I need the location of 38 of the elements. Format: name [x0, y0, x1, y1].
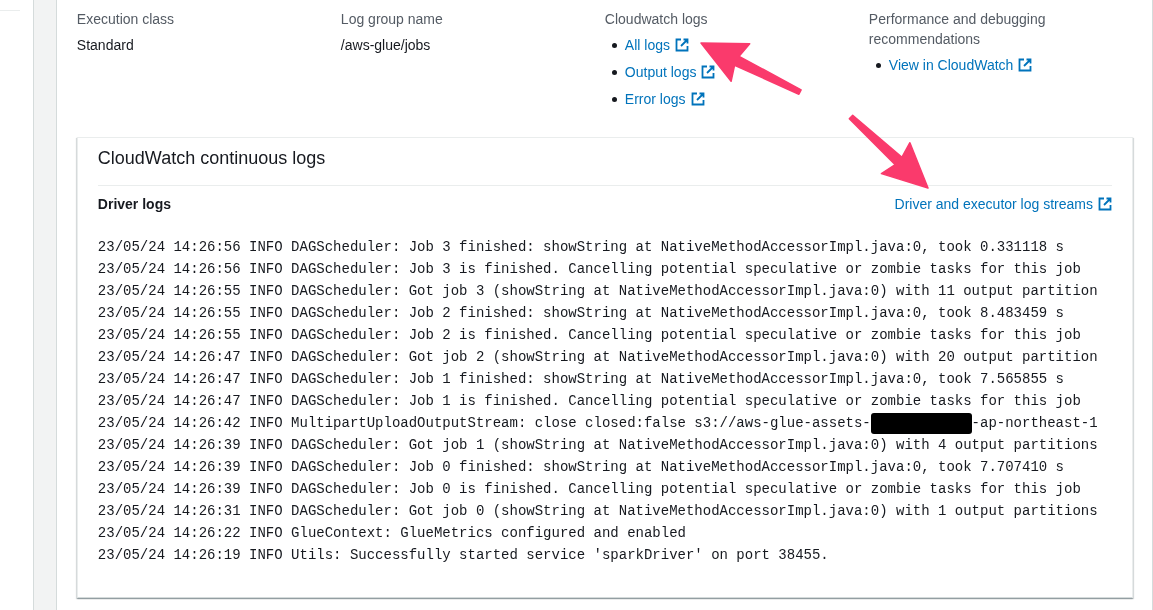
external-link[interactable]: Output logs	[624, 62, 716, 82]
section-heading: Driver logs	[97, 195, 171, 214]
external-link-icon	[701, 65, 716, 79]
bullet-icon	[611, 96, 617, 102]
field-label: Log group name	[340, 10, 444, 29]
log-line: -ap-northeast-1	[971, 414, 1098, 433]
field-label: Execution class	[76, 10, 176, 29]
log-line: 23/05/24 14:26:56 INFO DAGScheduler: Job 3 finished: showString at NativeMethodAccessorImpl.java:0, took 0.331118 s	[97, 238, 1064, 257]
bullet-icon	[875, 62, 881, 68]
log-line: 23/05/24 14:26:19 INFO Utils: Successfully started service 'sparkDriver' on port 38455.	[97, 546, 829, 565]
external-link[interactable]: Error logs	[624, 89, 705, 109]
log-line: 23/05/24 14:26:42 INFO MultipartUploadOutputStream: close closed:false s3://aws-glue-assets-	[97, 414, 871, 433]
external-link-icon	[1098, 197, 1112, 211]
bullet-icon	[611, 69, 617, 75]
field-label: Performance and debugging recommendations	[868, 10, 1047, 49]
log-line: 23/05/24 14:26:39 INFO DAGScheduler: Job 0 is finished. Cancelling potential speculative or zombie tasks for this job	[97, 480, 1081, 499]
field-value: Standard	[76, 36, 135, 55]
external-link-icon	[675, 38, 689, 52]
external-link[interactable]: Driver and executor log streams	[894, 194, 1112, 214]
external-link-icon	[1018, 58, 1033, 72]
log-line: 23/05/24 14:26:55 INFO DAGScheduler: Job 2 is finished. Cancelling potential speculative or zombie tasks for this job	[97, 326, 1081, 345]
log-line: 23/05/24 14:26:47 INFO DAGScheduler: Got job 2 (showString at NativeMethodAccessorImpl.java:0) with 20 output partition	[97, 348, 1098, 367]
card-title: CloudWatch continuous logs	[97, 147, 327, 169]
external-link[interactable]: View in CloudWatch	[888, 55, 1033, 75]
log-line: 23/05/24 14:26:22 INFO GlueContext: GlueMetrics configured and enabled	[97, 524, 686, 543]
log-line: 23/05/24 14:26:47 INFO DAGScheduler: Job 1 is finished. Cancelling potential speculative or zombie tasks for this job	[97, 392, 1081, 411]
external-link-icon	[690, 92, 705, 106]
field-label: Cloudwatch logs	[604, 10, 709, 29]
log-line: 23/05/24 14:26:55 INFO DAGScheduler: Job 2 finished: showString at NativeMethodAccessorImpl.java:0, took 8.483459 s	[97, 304, 1064, 323]
log-line: 23/05/24 14:26:39 INFO DAGScheduler: Job 0 finished: showString at NativeMethodAccessorImpl.java:0, took 7.707410 s	[97, 458, 1064, 477]
bullet-icon	[611, 42, 617, 48]
log-line: 23/05/24 14:26:56 INFO DAGScheduler: Job 3 is finished. Cancelling potential speculative or zombie tasks for this job	[97, 260, 1081, 279]
external-link[interactable]: All logs	[624, 35, 689, 55]
log-line: 23/05/24 14:26:39 INFO DAGScheduler: Got job 1 (showString at NativeMethodAccessorImpl.java:0) with 4 output partitions	[97, 436, 1098, 455]
log-line: 23/05/24 14:26:47 INFO DAGScheduler: Job 1 finished: showString at NativeMethodAccessorImpl.java:0, took 7.565855 s	[97, 370, 1064, 389]
field-value: /aws-glue/jobs	[340, 36, 432, 55]
log-line: 23/05/24 14:26:31 INFO DAGScheduler: Got job 0 (showString at NativeMethodAccessorImpl.java:0) with 1 output partitions	[97, 502, 1098, 521]
log-line: 23/05/24 14:26:55 INFO DAGScheduler: Got job 3 (showString at NativeMethodAccessorImpl.java:0) with 11 output partition	[97, 282, 1098, 301]
